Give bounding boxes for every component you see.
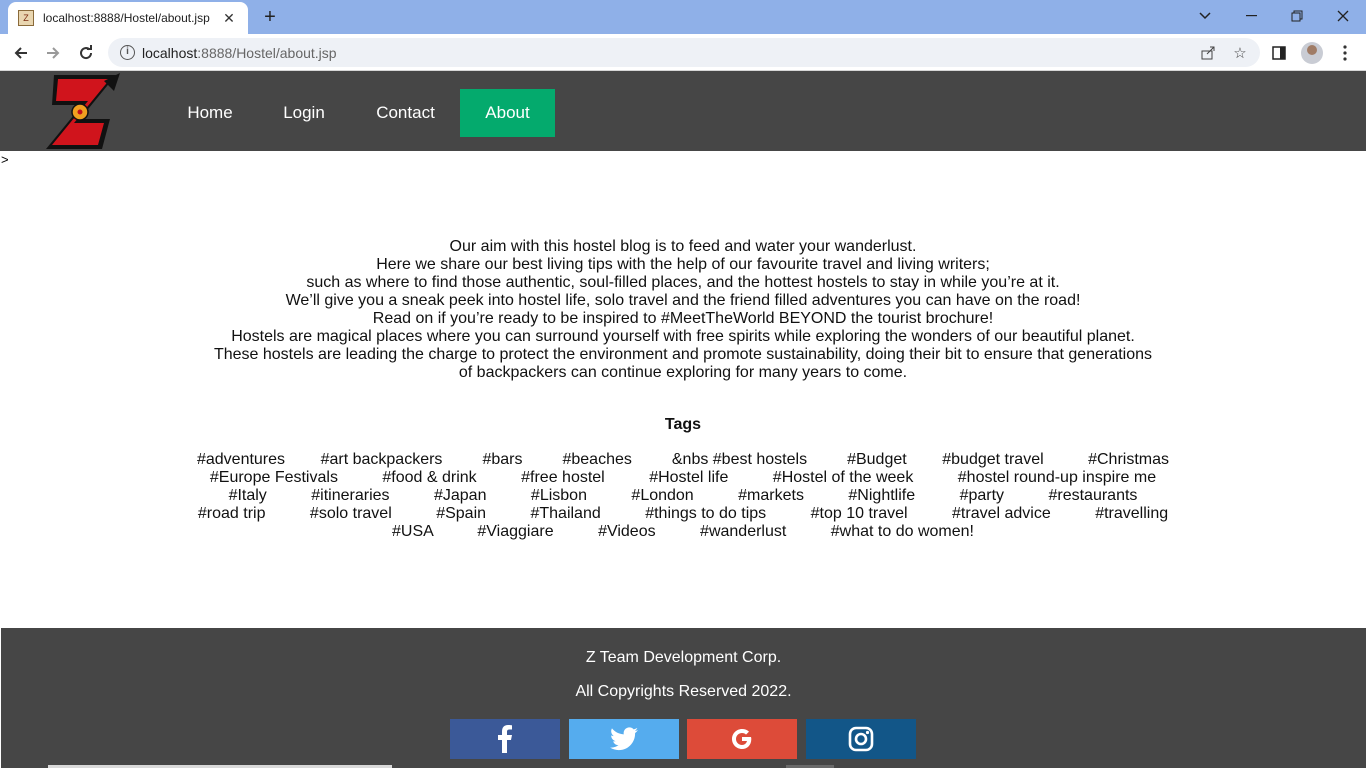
intro-line: We’ll give you a sneak peek into hostel … (285, 292, 1081, 309)
intro-line: such as where to find those authentic, s… (306, 274, 1060, 291)
footer-copyright: All Copyrights Reserved 2022. (575, 683, 792, 700)
forward-icon[interactable] (40, 40, 66, 66)
nav-home[interactable]: Home (168, 89, 252, 137)
restore-button[interactable] (1282, 4, 1312, 28)
tab-title: localhost:8888/Hostel/about.jsp (43, 11, 210, 25)
facebook-button[interactable] (450, 719, 560, 759)
browser-tab[interactable]: Z localhost:8888/Hostel/about.jsp ✕ (8, 2, 248, 34)
tags-heading: Tags (664, 416, 702, 433)
site-footer: Z Team Development Corp. All Copyrights … (1, 628, 1366, 768)
facebook-icon (498, 725, 512, 753)
back-icon[interactable] (8, 40, 34, 66)
close-window-button[interactable] (1328, 4, 1358, 28)
site-info-icon[interactable]: i (120, 45, 135, 60)
tag-list-line[interactable]: #USA #Viaggiare #Videos #wanderlust #wha… (0, 523, 1366, 541)
new-tab-button[interactable]: + (258, 6, 282, 28)
profile-avatar[interactable] (1301, 42, 1323, 64)
site-favicon-icon: Z (18, 10, 34, 26)
nav-login[interactable]: Login (262, 89, 346, 137)
url-text: localhost:8888/Hostel/about.jsp (142, 45, 337, 61)
intro-line: Our aim with this hostel blog is to feed… (449, 238, 917, 255)
address-bar[interactable]: i localhost:8888/Hostel/about.jsp ☆ (108, 38, 1260, 67)
tag-list-line[interactable]: #road trip #solo travel #Spain #Thailand… (0, 505, 1366, 523)
tag-list-line[interactable]: #Italy #itineraries #Japan #Lisbon #Lond… (0, 487, 1366, 505)
google-icon (732, 729, 752, 749)
z-logo-icon[interactable] (44, 71, 122, 151)
instagram-button[interactable] (806, 719, 916, 759)
intro-line: These hostels are leading the charge to … (213, 346, 1153, 363)
browser-toolbar: i localhost:8888/Hostel/about.jsp ☆ (0, 34, 1366, 71)
site-header: Home Login Contact About (0, 71, 1366, 151)
tab-search-icon[interactable] (1190, 4, 1220, 28)
tag-list-line[interactable]: #adventures #art backpackers #bars #beac… (0, 451, 1366, 469)
share-icon[interactable] (1198, 43, 1218, 63)
intro-line: of backpackers can continue exploring fo… (458, 364, 908, 381)
close-tab-icon[interactable]: ✕ (220, 9, 238, 27)
instagram-icon (848, 726, 874, 752)
stray-text: > (1, 152, 9, 167)
twitter-icon (610, 727, 638, 751)
intro-line: Read on if you’re ready to be inspired t… (372, 310, 994, 327)
minimize-button[interactable] (1236, 4, 1266, 28)
bookmark-star-icon[interactable]: ☆ (1230, 43, 1250, 63)
intro-line: Here we share our best living tips with … (376, 256, 990, 273)
tag-list-line[interactable]: #Europe Festivals #food & drink #free ho… (0, 469, 1366, 487)
about-intro: Our aim with this hostel blog is to feed… (120, 238, 1246, 382)
menu-icon[interactable] (1332, 40, 1358, 66)
nav-about[interactable]: About (460, 89, 555, 137)
reload-icon[interactable] (73, 40, 99, 66)
google-button[interactable] (687, 719, 797, 759)
side-panel-icon[interactable] (1266, 40, 1292, 66)
twitter-button[interactable] (569, 719, 679, 759)
intro-line: Hostels are magical places where you can… (231, 328, 1135, 345)
nav-contact[interactable]: Contact (358, 89, 453, 137)
browser-titlebar: Z localhost:8888/Hostel/about.jsp ✕ + (0, 0, 1366, 34)
footer-company: Z Team Development Corp. (585, 649, 782, 666)
